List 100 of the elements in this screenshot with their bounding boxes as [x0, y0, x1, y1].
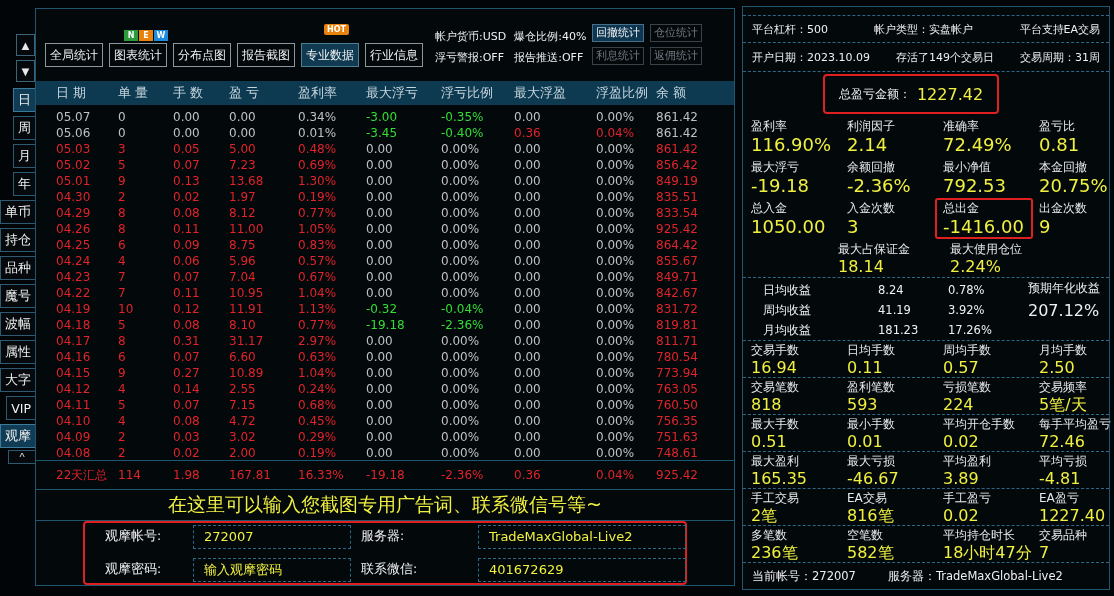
side-tab[interactable]: 品种: [0, 256, 35, 280]
table-cell-text: -0.40%: [441, 126, 485, 140]
table-cell-text: 0.00: [514, 174, 542, 188]
stat-label: 预期年化收益: [1028, 281, 1101, 297]
summary-cell-text: 0.36: [514, 468, 542, 482]
side-tab[interactable]: 持仓: [0, 228, 35, 252]
table-cell-text: 0.00%: [441, 366, 481, 380]
table-cell-text: 0.00%: [596, 238, 636, 252]
info-text: 当前帐号：272007: [752, 568, 856, 584]
summary-cell-text: 114: [118, 468, 142, 482]
stat-value: 5笔/天: [1039, 396, 1088, 415]
field-label: 服务器:: [361, 528, 406, 545]
stat-value: 2.14: [847, 135, 889, 156]
stat-label: 最大亏损: [847, 453, 896, 471]
stat-label: 最大浮亏: [751, 159, 800, 177]
stat-value: 582笔: [847, 544, 895, 563]
table-cell-text: 04.09: [56, 430, 92, 444]
toolbar-button[interactable]: 全局统计: [45, 43, 103, 67]
table-cell-text: 0.83%: [298, 238, 338, 252]
column-header: 单 量: [118, 84, 149, 102]
new-badge: E: [139, 30, 153, 41]
toolbar-button[interactable]: 图表统计: [109, 43, 167, 67]
toolbar-button[interactable]: 分布点图: [173, 43, 231, 67]
column-header: 日 期: [56, 84, 87, 102]
stat-value: 207.12%: [1028, 302, 1101, 321]
side-tab[interactable]: 观摩: [0, 424, 35, 448]
scroll-button[interactable]: ▲: [16, 34, 35, 56]
table-cell-text: 0.07: [173, 158, 201, 172]
table-cell-text: 0.00%: [441, 398, 481, 412]
table-cell-text: 0.34%: [298, 110, 338, 124]
toolbar-button[interactable]: 行业信息: [365, 43, 423, 67]
stats-button[interactable]: 回撤统计: [592, 23, 645, 42]
table-cell-text: 756.35: [656, 414, 699, 428]
side-tab[interactable]: 单币: [0, 200, 35, 224]
table-cell-text: 0.00: [366, 446, 394, 460]
table-cell-text: 0.00%: [441, 254, 481, 268]
table-cell-text: 0.01%: [298, 126, 338, 140]
side-tab[interactable]: 年: [13, 172, 35, 196]
table-cell-text: 05.01: [56, 174, 92, 188]
scroll-button[interactable]: ▼: [16, 60, 35, 82]
table-cell-text: 0.00: [366, 174, 394, 188]
table-cell-text: 0.00: [366, 398, 394, 412]
table-cell-text: 780.54: [656, 350, 699, 364]
side-tab[interactable]: VIP: [6, 396, 35, 420]
toolbar-button[interactable]: 专业数据: [301, 43, 359, 67]
stat-label: 最大使用仓位: [950, 240, 1023, 258]
input-field[interactable]: 输入观摩密码: [193, 557, 351, 582]
table-cell-text: 6: [118, 350, 127, 364]
info-text: 平台杠杆：500: [752, 21, 828, 37]
input-field[interactable]: TradeMaxGlobal-Live2: [478, 524, 686, 549]
stat-label: 平均亏损: [1039, 453, 1088, 471]
summary-cell-text: 167.81: [229, 468, 272, 482]
stat-value: 9: [1039, 217, 1052, 238]
table-cell-text: 0.03: [173, 430, 201, 444]
field-label: 观摩帐号:: [105, 528, 163, 545]
side-tab[interactable]: 大字: [0, 368, 35, 392]
table-cell-text: 3: [118, 142, 127, 156]
side-tab[interactable]: 属性: [0, 340, 35, 364]
table-cell-text: 0.02: [173, 190, 201, 204]
column-header: 浮盈比例: [596, 84, 649, 102]
table-cell-text: 849.71: [656, 270, 699, 284]
collapse-button[interactable]: ^: [8, 450, 35, 464]
table-cell-text: 0.00%: [596, 350, 636, 364]
side-tab[interactable]: 日: [13, 88, 35, 112]
table-cell-text: 7.15: [229, 398, 257, 412]
info-text: 服务器：TradeMaxGlobal-Live2: [887, 568, 1063, 584]
stat-value: 16.94: [751, 359, 798, 378]
table-cell-text: 2: [118, 446, 127, 460]
stat-value: 792.53: [943, 176, 1007, 197]
table-cell-text: 0.11: [173, 222, 201, 236]
side-tab[interactable]: 魔号: [0, 284, 35, 308]
table-cell-text: 1.30%: [298, 174, 338, 188]
table-cell-text: 0.07: [173, 398, 201, 412]
table-cell-text: 0.00%: [441, 238, 481, 252]
table-cell-text: 0.00: [366, 286, 394, 300]
table-cell-text: 0: [118, 110, 127, 124]
stat-value: 0.81: [1039, 135, 1081, 156]
table-cell-text: 861.42: [656, 110, 699, 124]
table-cell-text: 0.00: [514, 222, 542, 236]
table-cell-text: 0.00%: [441, 334, 481, 348]
side-tab[interactable]: 周: [13, 116, 35, 140]
input-field[interactable]: 272007: [193, 524, 351, 549]
summary-cell-text: 0.04%: [596, 468, 636, 482]
table-cell-text: 0.11: [173, 286, 201, 300]
toolbar-button[interactable]: 报告截图: [237, 43, 295, 67]
input-field[interactable]: 401672629: [478, 557, 686, 582]
average-value: 0.78%: [948, 283, 986, 298]
average-label: 日均收益: [763, 282, 812, 298]
table-cell-text: 2.97%: [298, 334, 338, 348]
table-cell-text: 8: [118, 334, 127, 348]
table-cell-text: 04.16: [56, 350, 92, 364]
side-tab[interactable]: 波幅: [0, 312, 35, 336]
table-cell-text: -3.00: [366, 110, 399, 124]
column-header: 最大浮亏: [366, 84, 419, 102]
table-cell-text: 8.10: [229, 318, 257, 332]
table-cell-text: 0.00: [366, 334, 394, 348]
table-cell-text: 7.04: [229, 270, 257, 284]
table-cell-text: 0: [118, 126, 127, 140]
info-text: 爆仓比例:40%: [514, 29, 587, 44]
side-tab[interactable]: 月: [13, 144, 35, 168]
